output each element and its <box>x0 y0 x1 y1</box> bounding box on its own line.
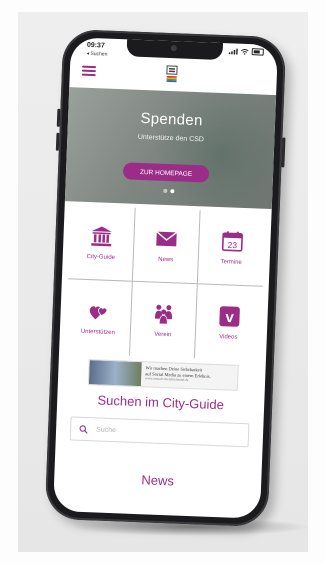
slider-dot[interactable] <box>163 188 168 194</box>
tile-label: City-Guide <box>86 253 116 262</box>
calendar-icon: 23 <box>221 231 243 252</box>
banner-text: Wir machen Deine Sichtbarkeit auf Social… <box>141 362 238 390</box>
camera-icon <box>170 45 177 52</box>
back-to-search-link[interactable]: ◂ Suchen <box>86 51 107 58</box>
hero-subtitle: Unterstütze den CSD <box>137 133 205 144</box>
slider-dot-active[interactable] <box>170 189 175 194</box>
search-icon <box>79 424 88 434</box>
menu-icon[interactable] <box>81 65 97 77</box>
tile-label: Termine <box>220 259 242 266</box>
people-icon <box>154 304 173 324</box>
signal-icon <box>228 48 238 55</box>
menu-grid: City-Guide News 23 Termine Unterstützen … <box>65 205 266 360</box>
tile-videos[interactable]: v Videos <box>195 284 263 360</box>
news-section-title: News <box>141 472 175 489</box>
tile-unterstuetzen[interactable]: Unterstützen <box>65 279 133 356</box>
volume-down-button <box>55 132 60 151</box>
tile-verein[interactable]: Verein <box>129 281 198 359</box>
battery-icon <box>251 48 264 56</box>
banner-image <box>88 360 142 387</box>
envelope-icon <box>156 231 178 247</box>
hero-slider[interactable]: Spenden Unterstütze den CSD ZUR HOMEPAGE <box>64 87 277 210</box>
volume-up-button <box>56 108 61 127</box>
svg-text:23: 23 <box>227 240 237 250</box>
phone-frame: 09:37 ◂ Suchen Spenden Unterstütze den C… <box>44 28 287 528</box>
tile-city-guide[interactable]: City-Guide <box>67 205 136 282</box>
search-input[interactable] <box>93 424 239 440</box>
tile-label: Videos <box>219 333 238 341</box>
bank-icon <box>91 226 112 247</box>
sponsor-banner[interactable]: Wir machen Deine Sichtbarkeit auf Social… <box>87 359 239 391</box>
vimeo-icon: v <box>218 305 240 327</box>
tile-news[interactable]: News <box>132 207 201 285</box>
phone-screen: 09:37 ◂ Suchen Spenden Unterstütze den C… <box>52 37 279 519</box>
status-time: 09:37 <box>86 41 105 50</box>
notch <box>126 39 224 61</box>
city-guide-search-title: Suchen im City-Guide <box>97 392 225 413</box>
svg-text:v: v <box>225 308 235 325</box>
tile-label: Verein <box>154 331 172 338</box>
wifi-icon <box>241 48 249 55</box>
tile-label: Unterstützen <box>80 328 115 336</box>
search-box[interactable] <box>69 416 250 448</box>
slider-dots <box>65 185 272 197</box>
hero-title: Spenden <box>140 109 203 130</box>
tile-termine[interactable]: 23 Termine <box>197 210 266 287</box>
homepage-button[interactable]: ZUR HOMEPAGE <box>122 162 210 183</box>
tile-label: News <box>158 256 174 264</box>
status-icons <box>228 47 264 56</box>
hearts-icon <box>89 305 108 319</box>
